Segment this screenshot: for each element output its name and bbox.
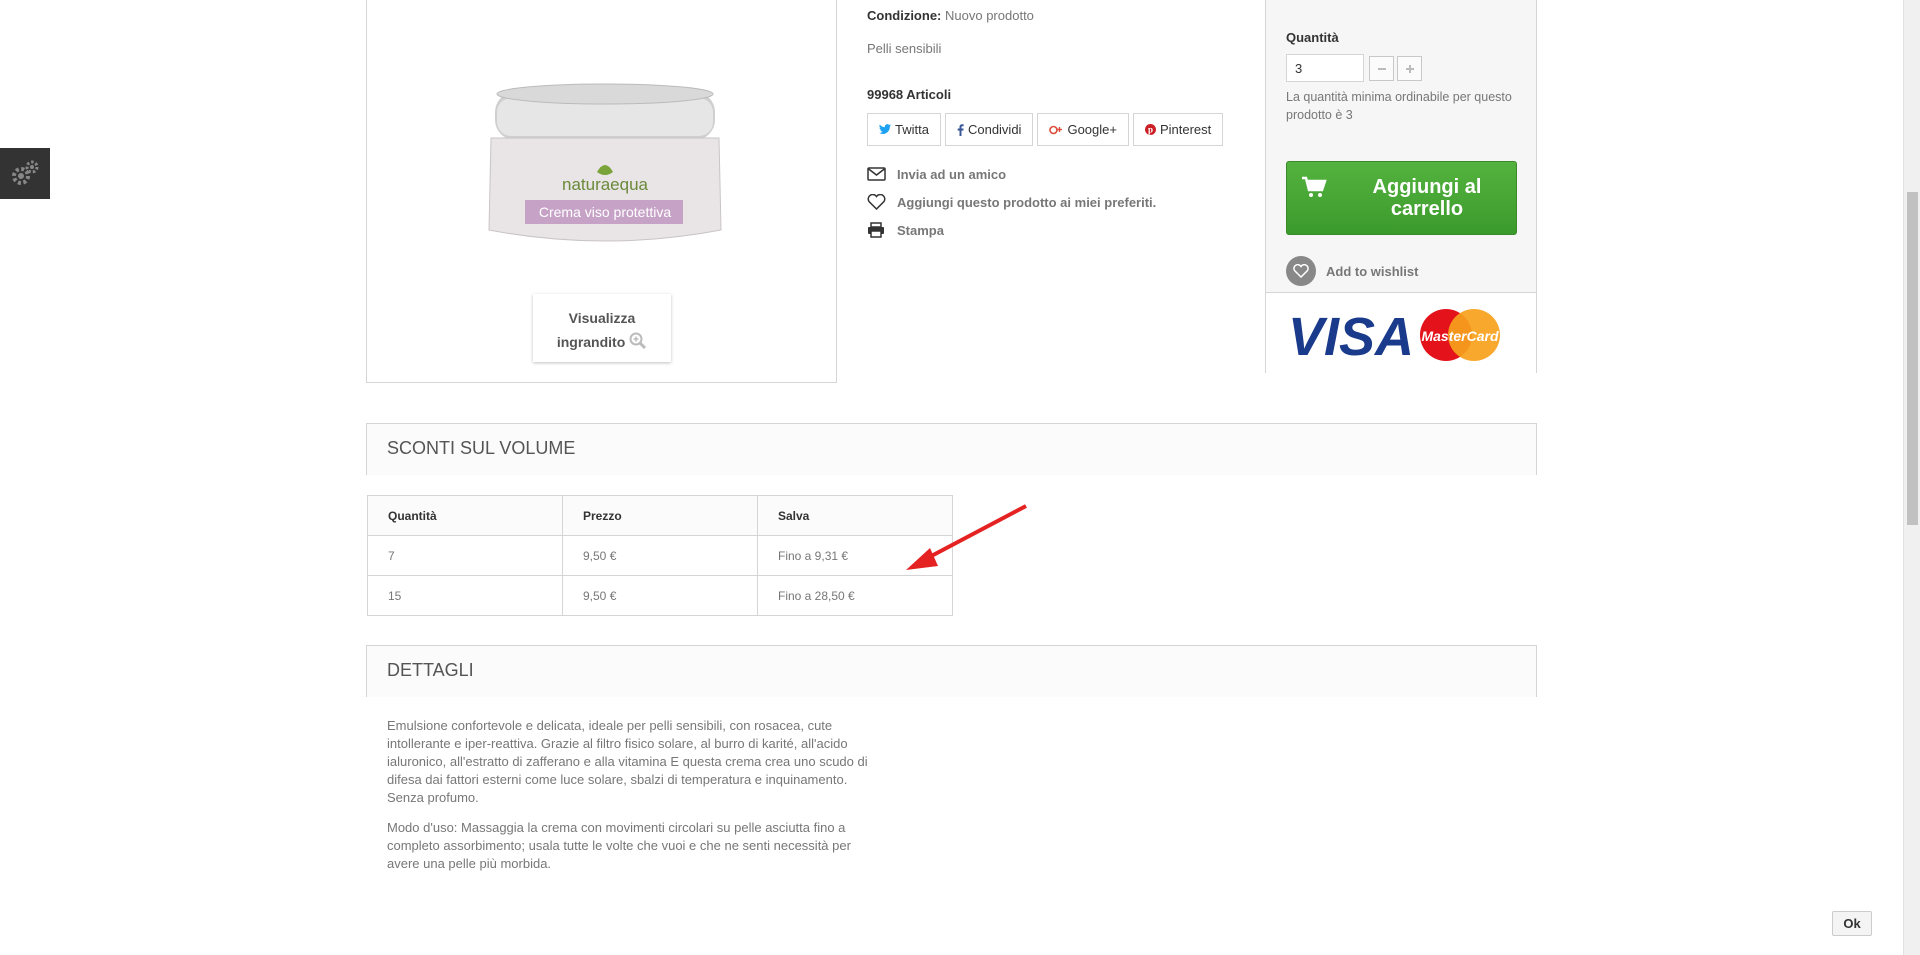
- twitter-icon: [879, 124, 891, 134]
- add-to-wishlist-button[interactable]: Add to wishlist: [1286, 256, 1418, 286]
- send-to-friend-label: Invia ad un amico: [897, 166, 1007, 182]
- social-buttons: Twitta Condividi Google+ p Pinterest: [867, 113, 1224, 146]
- table-cell: 9,50 €: [562, 535, 758, 576]
- mastercard-logo: MasterCard: [1420, 309, 1500, 361]
- add-to-cart-button[interactable]: Aggiungi al carrello: [1286, 161, 1517, 235]
- condition: Condizione: Nuovo prodotto: [867, 8, 1034, 23]
- product-image-container: Crema viso protettiva naturaequa Visuali…: [366, 0, 837, 383]
- skin-type: Pelli sensibili: [867, 41, 942, 56]
- zoom-button[interactable]: Visualizza ingrandito: [533, 294, 671, 362]
- table-header-row: Quantità Prezzo Salva: [367, 495, 953, 536]
- quantity-decrease-button[interactable]: [1369, 56, 1394, 81]
- pinterest-icon: p: [1144, 124, 1156, 135]
- add-to-favorites-label: Aggiungi questo prodotto ai miei preferi…: [897, 194, 1157, 210]
- facebook-icon: [957, 123, 964, 136]
- buy-box: Quantità La quantità minima ordinabile p…: [1265, 0, 1537, 373]
- jar-brand-text: naturaequa: [562, 175, 649, 194]
- stock-count: 99968 Articoli: [867, 87, 952, 102]
- print-link[interactable]: Stampa: [867, 216, 1156, 244]
- minimum-quantity-note: La quantità minima ordinabile per questo…: [1286, 90, 1512, 122]
- details-paragraph: Emulsione confortevole e delicata, ideal…: [387, 718, 868, 805]
- column-header: Quantità: [367, 495, 563, 536]
- theme-config-button[interactable]: [0, 148, 50, 199]
- table-cell: 15: [367, 575, 563, 616]
- product-image[interactable]: Crema viso protettiva naturaequa: [485, 80, 725, 250]
- table-row: 7 9,50 € Fino a 9,31 €: [367, 535, 953, 576]
- column-header: Prezzo: [562, 495, 758, 536]
- facebook-label: Condividi: [967, 122, 1022, 137]
- details-paragraph: Modo d'uso: Massaggia la crema con movim…: [387, 820, 851, 871]
- volume-discount-header: SCONTI SUL VOLUME: [366, 423, 1537, 475]
- quantity-input[interactable]: [1286, 54, 1364, 82]
- add-to-cart-label: Aggiungi al carrello: [1372, 176, 1482, 220]
- plus-icon: [1405, 64, 1414, 73]
- minus-icon: [1377, 67, 1386, 70]
- print-label: Stampa: [897, 222, 944, 238]
- condition-label: Condizione:: [867, 8, 942, 23]
- twitter-button[interactable]: Twitta: [867, 113, 941, 146]
- add-to-wishlist-label: Add to wishlist: [1326, 263, 1419, 279]
- page-scrollbar[interactable]: [1903, 0, 1920, 955]
- details-header: DETTAGLI: [366, 645, 1537, 697]
- print-icon: [868, 222, 884, 238]
- send-to-friend-link[interactable]: Invia ad un amico: [867, 160, 1156, 188]
- add-to-favorites-link[interactable]: Aggiungi questo prodotto ai miei preferi…: [867, 188, 1156, 216]
- condition-value: Nuovo prodotto: [945, 8, 1034, 23]
- pinterest-button[interactable]: p Pinterest: [1132, 113, 1224, 146]
- twitter-label: Twitta: [895, 122, 929, 137]
- cookie-ok-button[interactable]: Ok: [1832, 911, 1872, 936]
- svg-text:p: p: [1148, 125, 1153, 135]
- google-plus-button[interactable]: Google+: [1037, 113, 1129, 146]
- table-row: 15 9,50 € Fino a 28,50 €: [367, 575, 953, 616]
- quantity-increase-button[interactable]: [1397, 56, 1422, 81]
- facebook-button[interactable]: Condividi: [944, 113, 1034, 146]
- table-cell: 7: [367, 535, 563, 576]
- zoom-icon: [629, 332, 647, 350]
- svg-text:VISA: VISA: [1288, 307, 1414, 365]
- table-cell: 9,50 €: [562, 575, 758, 616]
- cart-icon: [1302, 176, 1327, 197]
- gears-icon: [12, 160, 39, 185]
- zoom-label-1: Visualizza: [568, 310, 636, 326]
- table-cell: Fino a 28,50 €: [757, 575, 953, 616]
- product-links: Invia ad un amico Aggiungi questo prodot…: [867, 160, 1156, 244]
- details-text: Emulsione confortevole e delicata, ideal…: [387, 717, 877, 885]
- google-plus-label: Google+: [1067, 122, 1117, 137]
- pinterest-label: Pinterest: [1159, 122, 1212, 137]
- scrollbar-thumb[interactable]: [1907, 192, 1918, 525]
- payment-logos: VISA MasterCard: [1266, 293, 1536, 373]
- svg-text:MasterCard: MasterCard: [1421, 328, 1498, 344]
- visa-logo: VISA: [1288, 307, 1414, 365]
- wishlist-heart-icon: [1293, 264, 1309, 278]
- envelope-icon: [867, 167, 886, 181]
- heart-icon: [867, 194, 886, 210]
- google-plus-icon: [1049, 125, 1063, 134]
- zoom-label-2: ingrandito: [556, 334, 626, 350]
- jar-label-text: Crema viso protettiva: [539, 204, 671, 220]
- quantity-label: Quantità: [1286, 30, 1339, 45]
- volume-discount-table: Quantità Prezzo Salva 7 9,50 € Fino a 9,…: [367, 495, 953, 616]
- annotation-arrow: [906, 504, 1027, 570]
